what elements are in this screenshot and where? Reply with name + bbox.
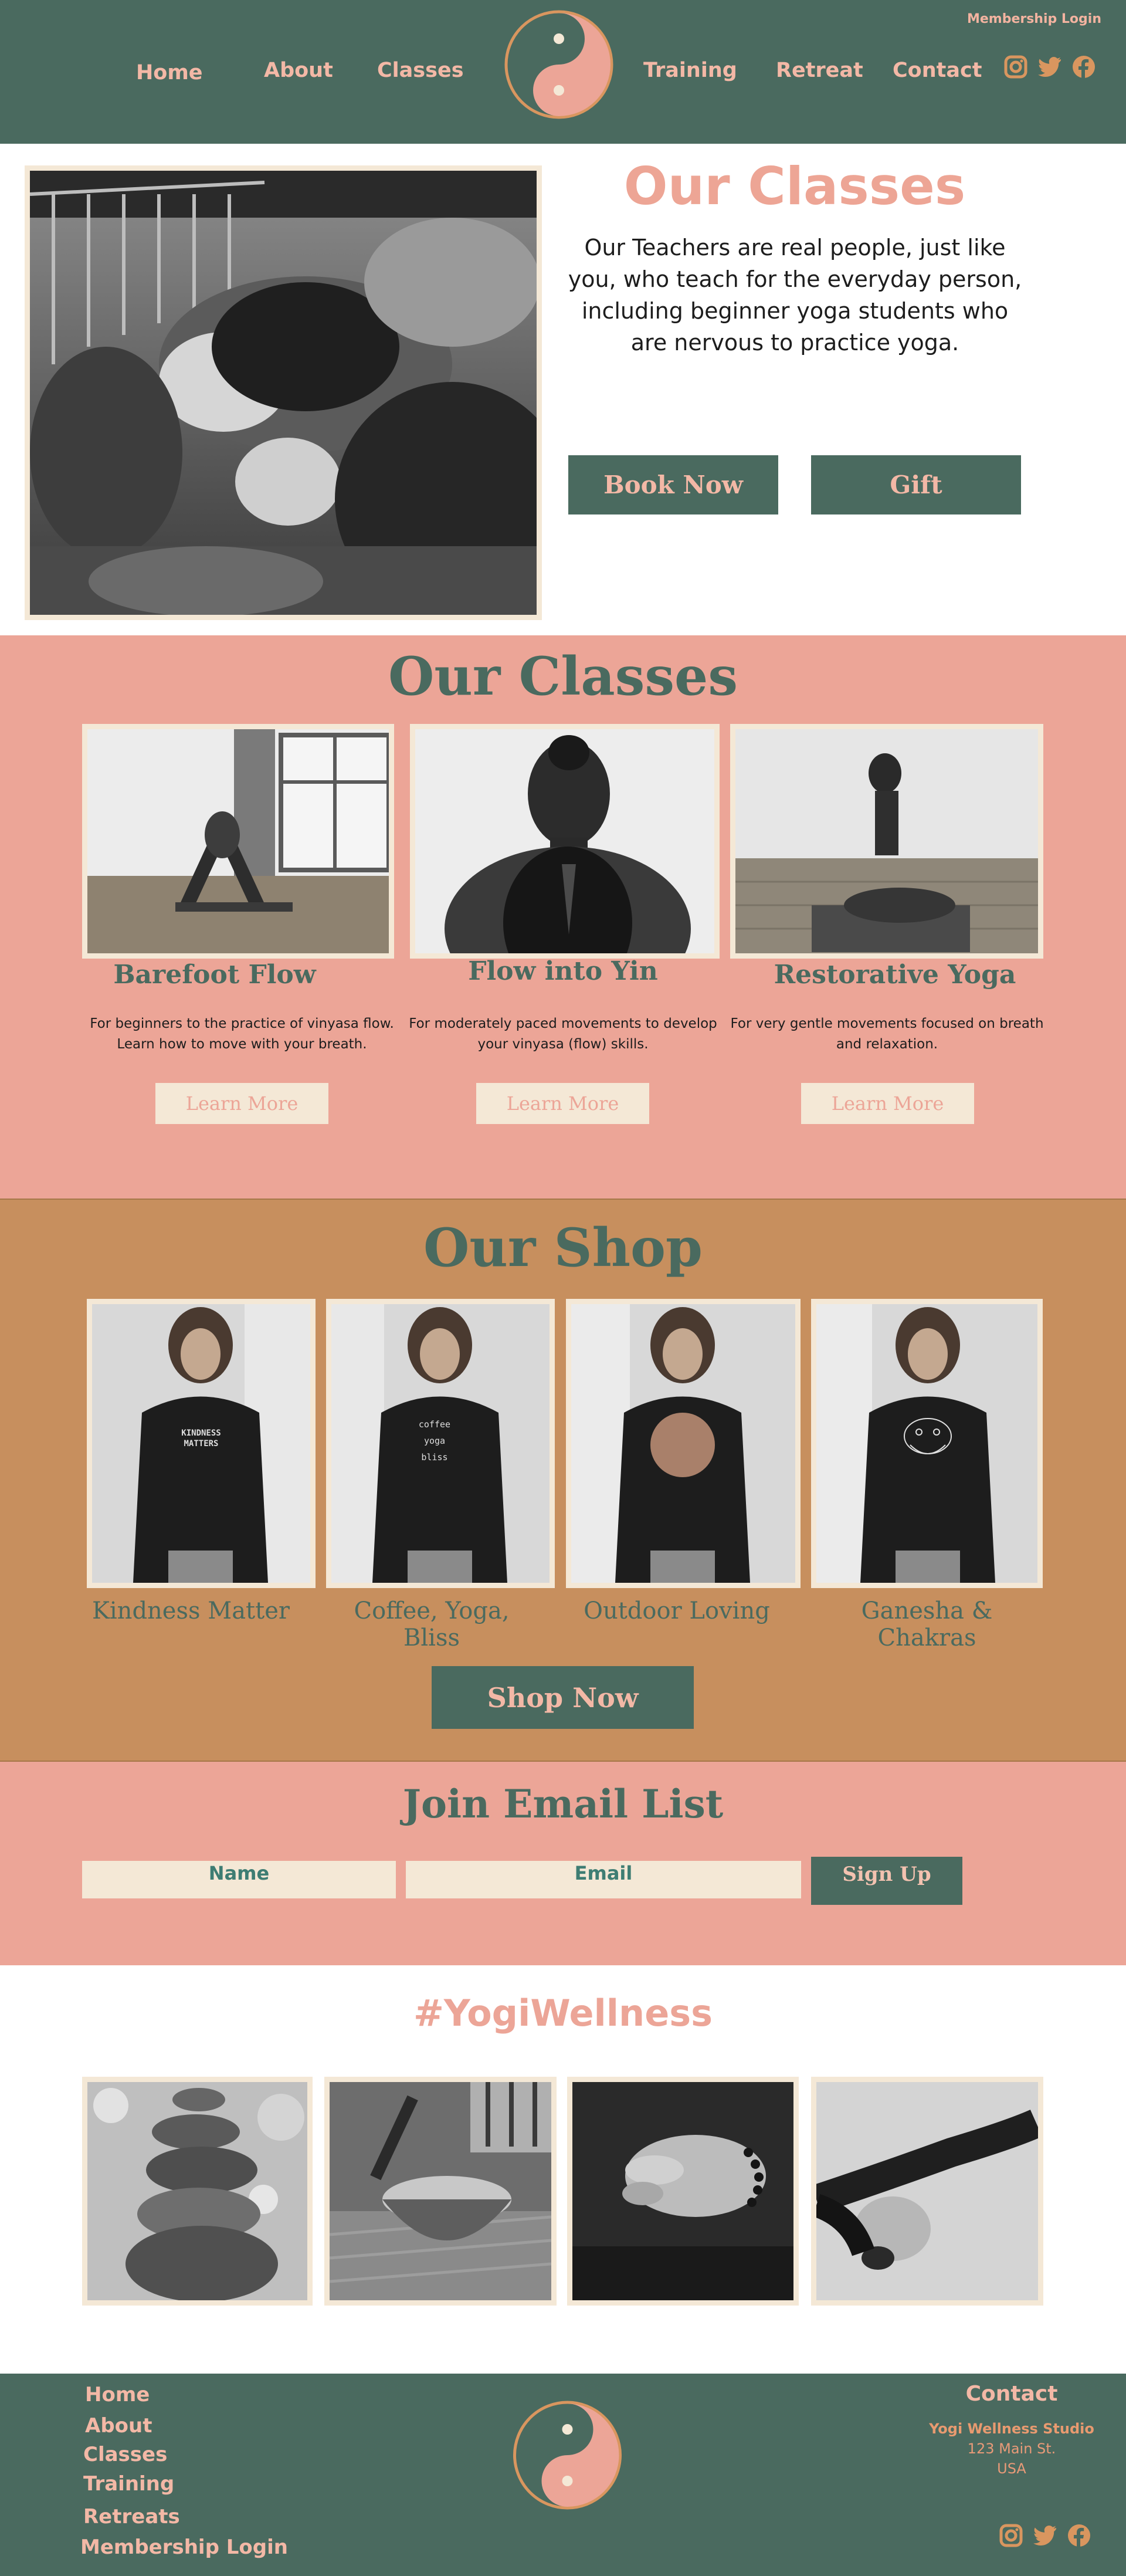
yoga-class-photo: [29, 171, 569, 617]
meditation-hand-photo: [572, 2082, 793, 2300]
learn-more-restorative-yoga[interactable]: Learn More: [801, 1083, 974, 1124]
gift-button[interactable]: Gift: [811, 455, 1021, 514]
footer-link-retreats[interactable]: Retreats: [83, 2505, 180, 2528]
footer-link-training[interactable]: Training: [83, 2472, 174, 2496]
class-desc-barefoot-flow: For beginners to the practice of vinyasa…: [90, 1016, 394, 1052]
nav-about[interactable]: About: [264, 59, 333, 82]
hoodie-model-photo: [571, 1304, 795, 1583]
barefoot-flow-photo: [87, 729, 391, 953]
product-photo-coffee-yoga-bliss[interactable]: coffee yoga bliss: [326, 1299, 555, 1588]
sunset-circle-print-icon: [650, 1413, 715, 1477]
learn-more-barefoot-flow[interactable]: Learn More: [155, 1083, 328, 1124]
class-desc-restorative-yoga: For very gentle movements focused on bre…: [730, 1016, 1044, 1052]
backbend-pose-photo: [812, 2082, 1043, 2300]
name-field[interactable]: Name: [82, 1861, 396, 1898]
yin-yang-logo[interactable]: [503, 8, 615, 122]
nav-home[interactable]: Home: [136, 61, 203, 84]
product-name-ganesha-chakras[interactable]: Ganesha & Chakras: [811, 1597, 1043, 1651]
email-list-title: Join Email List: [402, 1781, 724, 1827]
product-photo-kindness-matter[interactable]: KINDNESS MATTERS: [87, 1299, 316, 1588]
nav-training[interactable]: Training: [643, 59, 737, 82]
class-name-barefoot-flow: Barefoot Flow: [113, 960, 316, 990]
yin-yang-icon: [513, 2401, 622, 2510]
footer-country: USA: [997, 2460, 1026, 2477]
footer-link-about[interactable]: About: [85, 2414, 152, 2438]
restorative-yoga-photo: [735, 729, 1038, 953]
learn-more-flow-into-yin[interactable]: Learn More: [476, 1083, 649, 1124]
product-name-outdoor-loving[interactable]: Outdoor Loving: [566, 1597, 788, 1624]
class-name-restorative-yoga: Restorative Yoga: [774, 960, 1016, 990]
sign-up-button[interactable]: Sign Up: [811, 1857, 962, 1905]
email-field[interactable]: Email: [406, 1861, 801, 1898]
class-name-flow-into-yin: Flow into Yin: [468, 956, 658, 986]
classes-title: Our Classes: [388, 645, 738, 708]
yogi-wellness-title: #YogiWellness: [413, 1992, 713, 2035]
instagram-icon[interactable]: [998, 2523, 1024, 2548]
header-social-links: [1003, 54, 1097, 80]
nav-classes[interactable]: Classes: [377, 59, 464, 82]
hoodie-print-text: coffee yoga bliss: [418, 1419, 451, 1463]
site-header: Membership Login Home About Classes Trai…: [0, 0, 1126, 144]
footer-street: 123 Main St.: [967, 2440, 1056, 2457]
class-desc-flow-into-yin: For moderately paced movements to develo…: [409, 1016, 717, 1052]
book-now-button[interactable]: Book Now: [568, 455, 778, 514]
wellness-photo-stacked-stones[interactable]: [82, 2077, 313, 2306]
footer-link-membership-login[interactable]: Membership Login: [80, 2536, 288, 2559]
product-name-kindness-matter[interactable]: Kindness Matter: [87, 1597, 295, 1624]
footer-link-home[interactable]: Home: [85, 2383, 150, 2406]
instagram-icon[interactable]: [1003, 54, 1029, 80]
class-photo-restorative-yoga[interactable]: [730, 724, 1043, 959]
twitter-icon[interactable]: [1037, 54, 1063, 80]
facebook-icon[interactable]: [1066, 2523, 1092, 2548]
hero-title: Our Classes: [623, 156, 966, 216]
nav-retreat[interactable]: Retreat: [776, 59, 863, 82]
facebook-icon[interactable]: [1071, 54, 1097, 80]
wellness-photo-meditation-hand[interactable]: [567, 2077, 799, 2306]
footer-link-classes[interactable]: Classes: [83, 2443, 167, 2466]
singing-bowl-photo: [329, 2082, 552, 2300]
nav-contact[interactable]: Contact: [893, 59, 982, 82]
wellness-photo-singing-bowl[interactable]: [324, 2077, 557, 2306]
class-photo-flow-into-yin[interactable]: [410, 724, 720, 1011]
yin-yang-icon: [504, 10, 613, 119]
product-name-coffee-yoga-bliss[interactable]: Coffee, Yoga, Bliss: [326, 1597, 537, 1651]
shop-title: Our Shop: [423, 1217, 703, 1279]
twitter-icon[interactable]: [1032, 2523, 1058, 2548]
class-photo-barefoot-flow[interactable]: [82, 724, 394, 959]
membership-login-link[interactable]: Membership Login: [967, 12, 1101, 26]
footer-social-links: [998, 2523, 1092, 2548]
footer-yin-yang-logo[interactable]: [510, 2398, 625, 2513]
wellness-photo-backbend[interactable]: [811, 2077, 1043, 2306]
hero-photo-frame: [25, 165, 569, 620]
shop-now-button[interactable]: Shop Now: [432, 1666, 694, 1729]
hoodie-print-text: KINDNESS MATTERS: [181, 1429, 221, 1448]
stacked-stones-photo: [87, 2082, 307, 2302]
footer-contact-title: Contact: [965, 2382, 1058, 2406]
product-photo-outdoor-loving[interactable]: [566, 1299, 801, 1588]
hero-description: Our Teachers are real people, just like …: [568, 235, 1022, 356]
flow-into-yin-photo: [415, 729, 714, 1011]
hoodie-model-photo: [816, 1304, 1037, 1583]
footer-studio-name: Yogi Wellness Studio: [929, 2421, 1094, 2437]
product-photo-ganesha-chakras[interactable]: [811, 1299, 1043, 1588]
